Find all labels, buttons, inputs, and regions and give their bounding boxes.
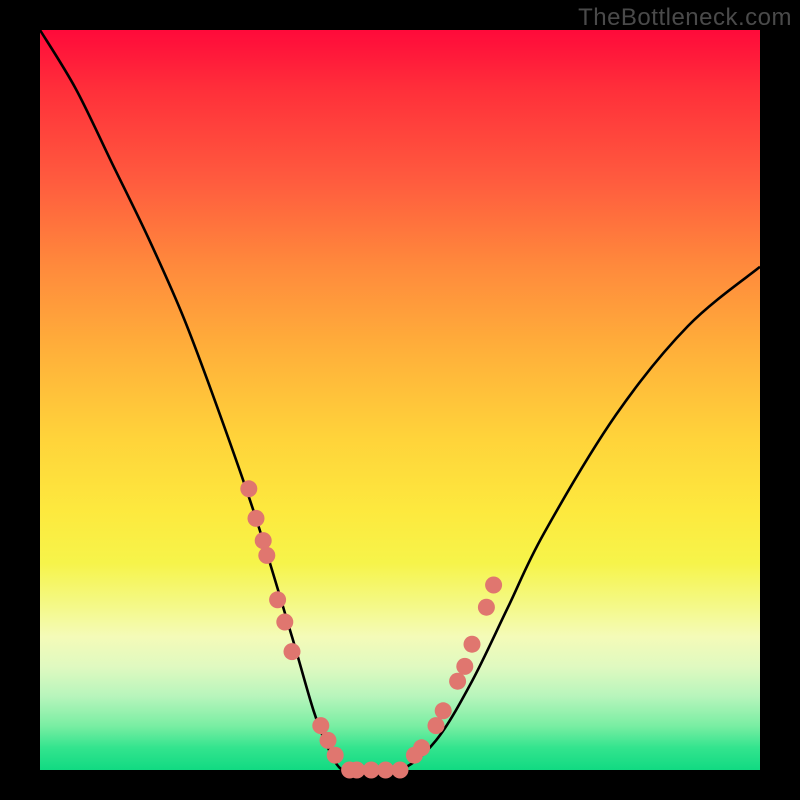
bottleneck-curve-svg [40, 30, 760, 770]
sample-dot [255, 532, 272, 549]
bottleneck-curve [40, 30, 760, 772]
sample-dot [413, 739, 430, 756]
sample-dot [449, 673, 466, 690]
sample-dot [240, 480, 257, 497]
sample-dot [327, 747, 344, 764]
chart-frame: TheBottleneck.com [0, 0, 800, 800]
sample-dot [485, 577, 502, 594]
sample-dot [435, 702, 452, 719]
sample-dot [464, 636, 481, 653]
sample-dot [312, 717, 329, 734]
plot-area [40, 30, 760, 770]
sample-dot [248, 510, 265, 527]
sample-dot [456, 658, 473, 675]
sample-dot [269, 591, 286, 608]
sample-dot [276, 614, 293, 631]
sample-dot [320, 732, 337, 749]
sample-dots [240, 480, 502, 778]
sample-dot [428, 717, 445, 734]
sample-dot [478, 599, 495, 616]
watermark-text: TheBottleneck.com [578, 4, 792, 32]
sample-dot [284, 643, 301, 660]
sample-dot [392, 762, 409, 779]
sample-dot [258, 547, 275, 564]
